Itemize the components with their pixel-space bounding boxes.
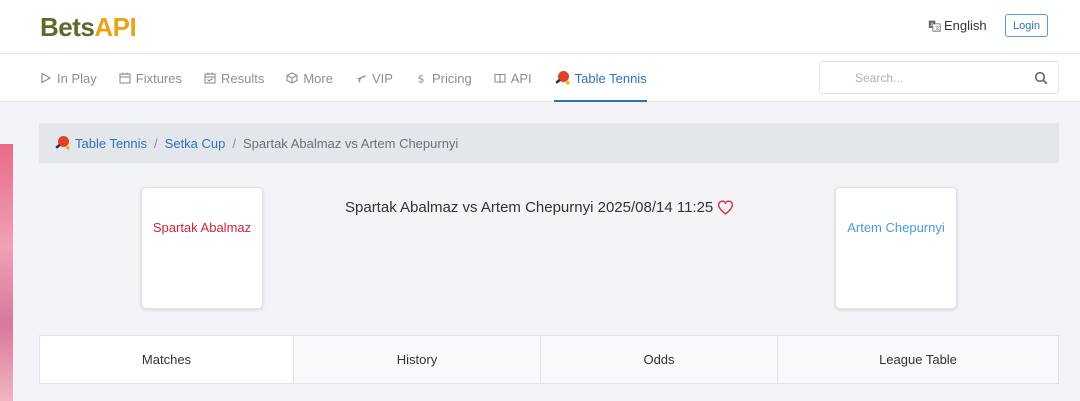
book-icon xyxy=(494,73,506,84)
nav-label: More xyxy=(303,70,333,86)
language-selector[interactable]: A 文 English xyxy=(928,18,987,33)
dollar-icon: $ xyxy=(417,73,424,85)
play-icon xyxy=(41,72,52,84)
nav-label: Fixtures xyxy=(135,70,182,86)
nav-item-fixtures[interactable]: Fixtures xyxy=(119,54,182,102)
nav-item-api[interactable]: API xyxy=(494,54,532,102)
nav-item-pricing[interactable]: $ Pricing xyxy=(415,54,472,102)
nav-label: Pricing xyxy=(431,70,472,86)
home-team-card[interactable]: Spartak Abalmaz xyxy=(141,187,263,309)
calendar-icon xyxy=(119,72,131,84)
home-team-name: Spartak Abalmaz xyxy=(152,220,252,235)
away-team-card[interactable]: Artem Chepurnyi xyxy=(835,187,957,309)
tab-league-table[interactable]: League Table xyxy=(778,336,1058,383)
main-nav: In Play Fixtures Results More VIP $ Pric… xyxy=(0,54,1080,102)
svg-text:文: 文 xyxy=(935,25,940,32)
calendar-check-icon xyxy=(204,72,216,84)
nav-item-table-tennis[interactable]: Table Tennis xyxy=(553,54,647,102)
logo-part-1: Bets xyxy=(40,12,95,42)
breadcrumb-separator: / xyxy=(154,135,158,151)
breadcrumb-current: Spartak Abalmaz vs Artem Chepurnyi xyxy=(243,135,459,151)
nav-label: API xyxy=(510,70,532,86)
table-tennis-icon xyxy=(55,136,70,150)
breadcrumb: Table Tennis / Setka Cup / Spartak Abalm… xyxy=(39,123,1059,163)
nav-label: In Play xyxy=(57,70,97,86)
plane-icon xyxy=(355,75,366,83)
match-tabs: Matches History Odds League Table xyxy=(39,335,1059,384)
tab-matches[interactable]: Matches xyxy=(40,336,294,383)
language-label: English xyxy=(944,18,987,33)
nav-item-in-play[interactable]: In Play xyxy=(40,54,97,102)
tab-history[interactable]: History xyxy=(294,336,541,383)
logo-part-2: API xyxy=(94,12,137,42)
side-banner[interactable] xyxy=(0,144,13,401)
breadcrumb-separator: / xyxy=(232,135,236,151)
nav-label: Results xyxy=(220,70,265,86)
search-icon[interactable] xyxy=(1034,71,1048,85)
heart-icon[interactable] xyxy=(717,199,734,216)
cube-icon xyxy=(286,72,298,84)
match-title: Spartak Abalmaz vs Artem Chepurnyi 2025/… xyxy=(345,199,734,216)
away-team-name: Artem Chepurnyi xyxy=(847,220,945,235)
search-box xyxy=(819,61,1059,94)
tab-odds[interactable]: Odds xyxy=(541,336,778,383)
svg-text:$: $ xyxy=(417,73,424,85)
search-input[interactable] xyxy=(821,63,1021,92)
nav-label: VIP xyxy=(371,70,393,86)
match-title-text: Spartak Abalmaz vs Artem Chepurnyi 2025/… xyxy=(345,199,714,216)
nav-item-more[interactable]: More xyxy=(286,54,333,102)
breadcrumb-league-link[interactable]: Setka Cup xyxy=(165,136,226,151)
nav-label: Table Tennis xyxy=(574,70,647,86)
logo[interactable]: BetsAPI xyxy=(40,12,137,43)
nav-item-vip[interactable]: VIP xyxy=(355,54,393,102)
breadcrumb-sport-link[interactable]: Table Tennis xyxy=(75,136,147,151)
table-tennis-icon xyxy=(555,71,570,85)
login-button[interactable]: Login xyxy=(1005,14,1048,37)
translate-icon: A 文 xyxy=(928,20,941,32)
top-header: BetsAPI A 文 English Login xyxy=(0,0,1080,54)
nav-item-results[interactable]: Results xyxy=(204,54,264,102)
